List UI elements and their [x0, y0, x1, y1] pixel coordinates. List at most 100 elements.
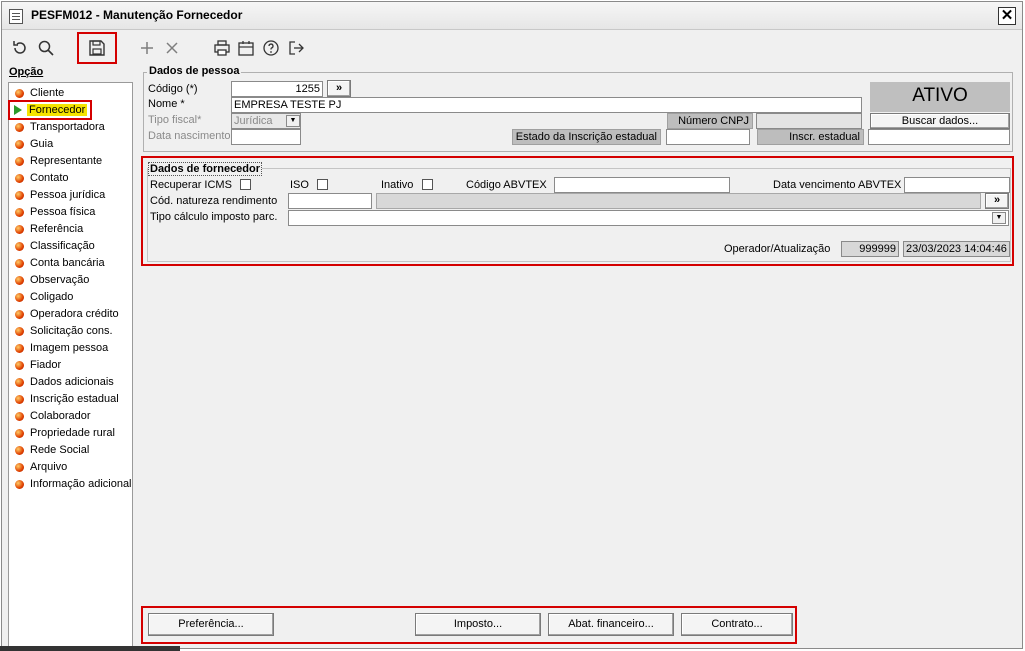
- close-button[interactable]: ✕: [998, 7, 1016, 25]
- sidebar-item-label: Fiador: [30, 359, 62, 371]
- delete-icon[interactable]: [159, 35, 185, 61]
- codigo-abvtex-field[interactable]: [554, 177, 730, 193]
- sidebar-item-label: Inscrição estadual: [30, 393, 119, 405]
- codigo-label: Código (*): [148, 83, 198, 95]
- nome-label: Nome *: [148, 98, 185, 110]
- data-vencimento-field[interactable]: [904, 177, 1010, 193]
- bullet-icon: [15, 275, 24, 285]
- sidebar-item-propriedade-rural[interactable]: Propriedade rural: [11, 425, 115, 441]
- sidebar-item-colaborador[interactable]: Colaborador: [11, 408, 91, 424]
- sidebar-item-dados-adicionais[interactable]: Dados adicionais: [11, 374, 114, 390]
- bullet-icon: [15, 156, 24, 166]
- sidebar-item-operadora-cr-dito[interactable]: Operadora crédito: [11, 306, 119, 322]
- sidebar-item-representante[interactable]: Representante: [11, 153, 102, 169]
- sidebar-item-classifica-o[interactable]: Classificação: [11, 238, 95, 254]
- print-icon[interactable]: [209, 35, 235, 61]
- imposto-button[interactable]: Imposto...: [415, 613, 541, 636]
- nome-field[interactable]: EMPRESA TESTE PJ: [231, 97, 862, 113]
- calendar-icon[interactable]: [233, 35, 259, 61]
- contrato-button[interactable]: Contrato...: [681, 613, 793, 636]
- data-nascimento-label: Data nascimento: [148, 130, 231, 142]
- tipo-calculo-select[interactable]: [288, 210, 1009, 226]
- sidebar-item-label: Colaborador: [30, 410, 91, 422]
- cod-natureza-lookup-button[interactable]: »: [985, 193, 1009, 209]
- taskbar-edge: [0, 646, 180, 651]
- sidebar-item-label: Representante: [30, 155, 103, 167]
- iso-checkbox[interactable]: [317, 179, 328, 190]
- bullet-icon: [15, 479, 24, 489]
- fornecedor-group-title: Dados de fornecedor: [148, 162, 263, 176]
- sidebar-item-label: Classificação: [30, 240, 95, 252]
- help-icon[interactable]: [258, 35, 284, 61]
- status-badge: ATIVO: [870, 82, 1010, 112]
- cnpj-label: Número CNPJ: [667, 113, 753, 129]
- inativo-label: Inativo: [381, 179, 414, 191]
- bullet-icon: [15, 190, 24, 200]
- operador-label: Operador/Atualização: [724, 243, 831, 255]
- estado-ie-label: Estado da Inscrição estadual: [512, 129, 661, 145]
- sidebar-item-conta-banc-ria[interactable]: Conta bancária: [11, 255, 105, 271]
- main-window: PESFM012 - Manutenção Fornecedor ✕ Opção…: [1, 1, 1023, 649]
- inscr-estadual-field[interactable]: [868, 129, 1010, 145]
- sidebar-item-label: Conta bancária: [30, 257, 105, 269]
- codigo-lookup-button[interactable]: »: [327, 80, 351, 97]
- window-title: PESFM012 - Manutenção Fornecedor: [31, 8, 243, 22]
- bullet-icon: [15, 292, 24, 302]
- sidebar-item-observa-o[interactable]: Observação: [11, 272, 89, 288]
- data-nascimento-field[interactable]: [231, 129, 301, 145]
- sidebar-item-contato[interactable]: Contato: [11, 170, 69, 186]
- estado-ie-field[interactable]: [666, 129, 750, 145]
- save-icon[interactable]: [77, 32, 117, 64]
- recuperar-icms-checkbox[interactable]: [240, 179, 251, 190]
- sidebar-item-inscri-o-estadual[interactable]: Inscrição estadual: [11, 391, 119, 407]
- sidebar-item-label: Rede Social: [30, 444, 90, 456]
- sidebar-item-coligado[interactable]: Coligado: [11, 289, 73, 305]
- sidebar-item-label: Operadora crédito: [30, 308, 119, 320]
- buscar-dados-button[interactable]: Buscar dados...: [870, 113, 1010, 129]
- exit-icon[interactable]: [283, 35, 309, 61]
- preferencia-button[interactable]: Preferência...: [148, 613, 274, 636]
- abat-financeiro-button[interactable]: Abat. financeiro...: [548, 613, 674, 636]
- add-icon[interactable]: [134, 35, 160, 61]
- sidebar-item-pessoa-f-sica[interactable]: Pessoa física: [11, 204, 95, 220]
- sidebar-header: Opção: [9, 66, 44, 78]
- chevron-down-icon[interactable]: ▼: [992, 212, 1006, 224]
- sidebar-item-fornecedor[interactable]: Fornecedor: [7, 100, 93, 120]
- sidebar-item-cliente[interactable]: Cliente: [11, 85, 64, 101]
- sidebar-item-label: Arquivo: [30, 461, 68, 473]
- codigo-abvtex-label: Código ABVTEX: [466, 179, 547, 191]
- sidebar-item-rede-social[interactable]: Rede Social: [11, 442, 89, 458]
- bullet-icon: [15, 139, 24, 149]
- codigo-field[interactable]: 1255: [231, 81, 323, 97]
- cod-natureza-description: [376, 193, 981, 209]
- sidebar-item-label: Informação adicional: [30, 478, 132, 490]
- bullet-icon: [15, 309, 24, 319]
- sidebar-item-guia[interactable]: Guia: [11, 136, 53, 152]
- tipo-calculo-label: Tipo cálculo imposto parc.: [150, 211, 278, 223]
- sidebar-item-label: Cliente: [30, 87, 65, 99]
- bullet-icon: [15, 224, 24, 234]
- search-icon[interactable]: [33, 35, 59, 61]
- sidebar-item-imagem-pessoa[interactable]: Imagem pessoa: [11, 340, 108, 356]
- sidebar-item-label: Solicitação cons.: [30, 325, 113, 337]
- tipo-fiscal-label: Tipo fiscal*: [148, 114, 202, 126]
- data-vencimento-label: Data vencimento ABVTEX: [773, 179, 902, 191]
- bullet-icon: [15, 394, 24, 404]
- bullet-icon: [15, 173, 24, 183]
- bullet-icon: [15, 326, 24, 336]
- sidebar-item-solicita-o-cons-[interactable]: Solicitação cons.: [11, 323, 113, 339]
- sidebar-item-arquivo[interactable]: Arquivo: [11, 459, 67, 475]
- refresh-icon[interactable]: [7, 35, 33, 61]
- sidebar-item-informa-o-adicional[interactable]: Informação adicional: [11, 476, 132, 492]
- sidebar-item-pessoa-jur-dica[interactable]: Pessoa jurídica: [11, 187, 105, 203]
- inscr-estadual-label: Inscr. estadual: [757, 129, 864, 145]
- chevron-down-icon[interactable]: ▼: [286, 115, 300, 127]
- sidebar-item-fiador[interactable]: Fiador: [11, 357, 61, 373]
- sidebar-item-refer-ncia[interactable]: Referência: [11, 221, 83, 237]
- inativo-checkbox[interactable]: [422, 179, 433, 190]
- sidebar-item-label: Transportadora: [30, 121, 105, 133]
- cod-natureza-field[interactable]: [288, 193, 372, 209]
- cnpj-field[interactable]: [756, 113, 862, 129]
- option-list: Cliente Fornecedor Transportadora Guia Repre…: [7, 82, 133, 647]
- sidebar-item-transportadora[interactable]: Transportadora: [11, 119, 105, 135]
